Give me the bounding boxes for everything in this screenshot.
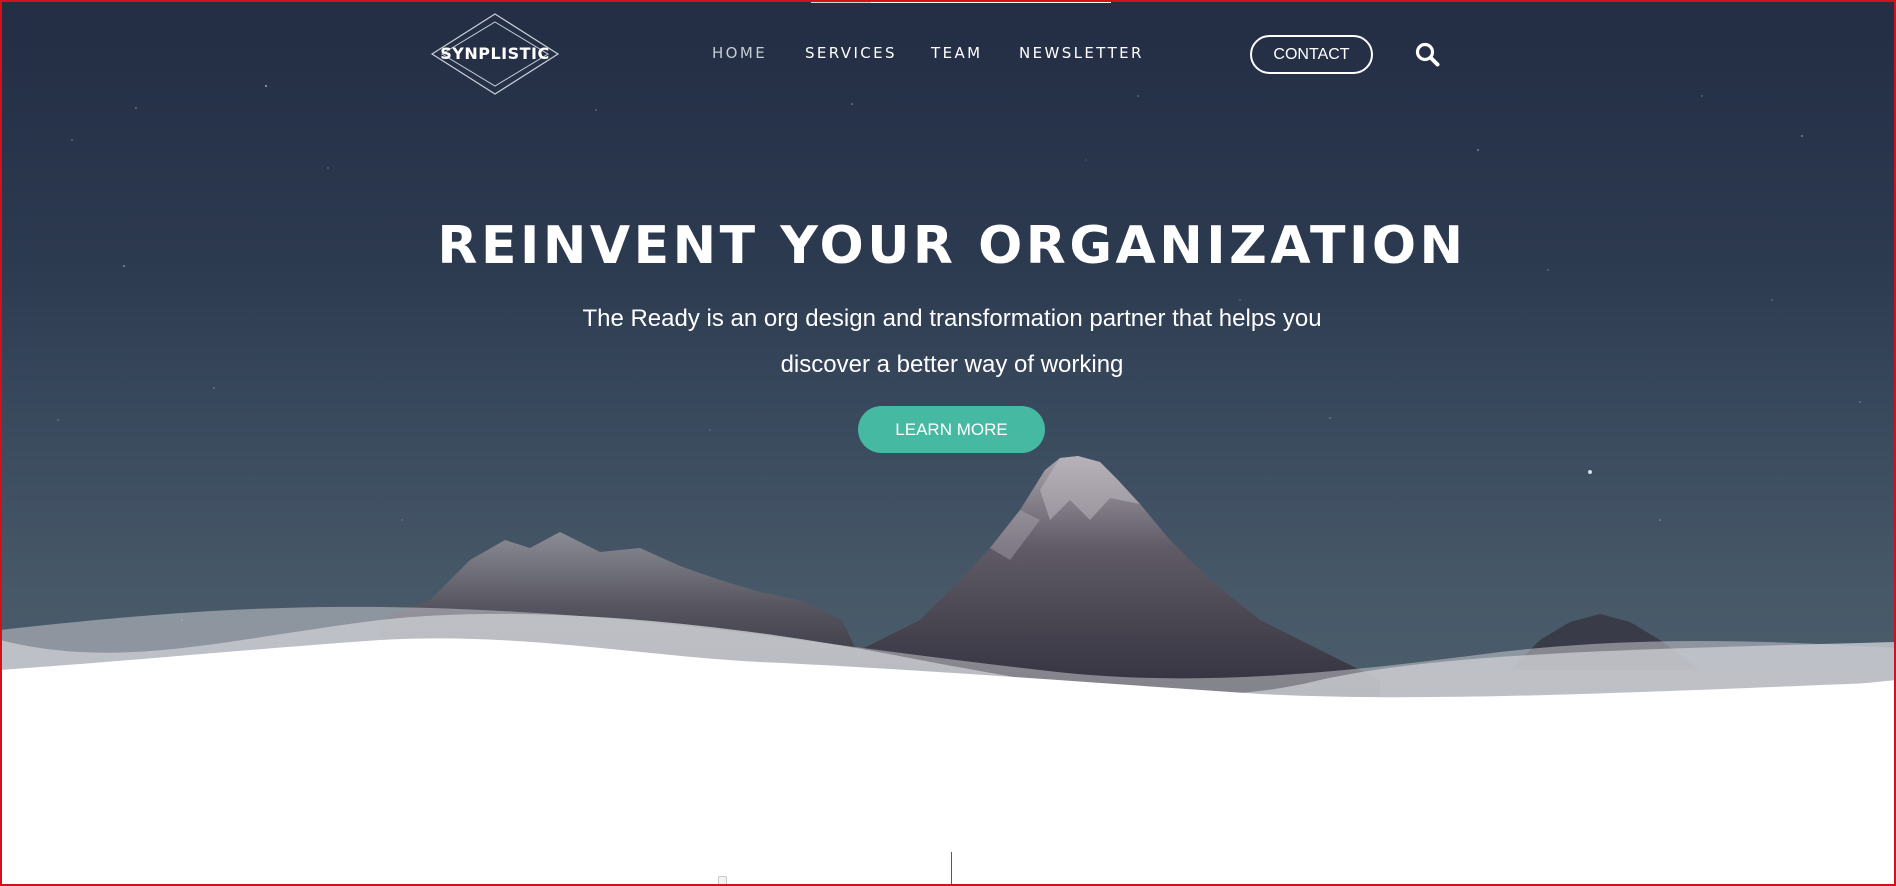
nav-item-team[interactable]: TEAM [931,44,982,62]
hero-subtitle-line-2: discover a better way of working [780,351,1124,378]
wave-divider [0,606,1896,740]
nav-item-home[interactable]: HOME [712,44,767,62]
hero-title: REINVENT YOUR ORGANIZATION [437,216,1467,276]
learn-more-button[interactable]: LEARN MORE [858,406,1045,453]
brand-logo[interactable]: SYNPLISTIC [430,12,560,96]
brand-name: SYNPLISTIC [440,44,550,63]
contact-button[interactable]: CONTACT [1250,35,1373,74]
section-divider [951,852,952,886]
top-progress-accent [811,0,1111,3]
nav-item-newsletter[interactable]: NEWSLETTER [1019,44,1144,62]
scroll-indicator-icon[interactable] [718,876,727,885]
nav-item-services[interactable]: SERVICES [805,44,897,62]
hero-subtitle: The Ready is an org design and transform… [548,296,1356,388]
search-button[interactable] [1414,41,1441,68]
search-icon [1415,42,1440,67]
hero-subtitle-line-1: The Ready is an org design and transform… [582,305,1322,332]
